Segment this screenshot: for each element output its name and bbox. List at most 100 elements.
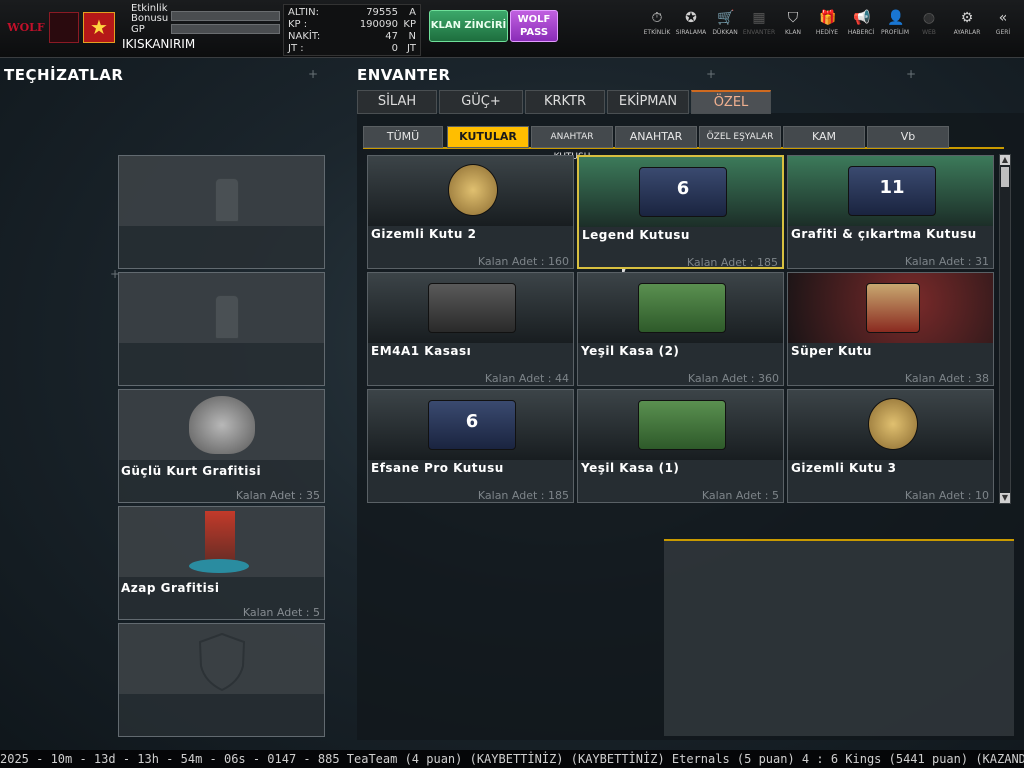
cash-unit: N [408, 31, 416, 42]
nav-gear[interactable]: ⚙ AYARLAR [950, 10, 984, 36]
item-art [448, 164, 498, 216]
tab-güç+[interactable]: GÜÇ+ [439, 90, 523, 114]
wolf-graffiti-icon [119, 390, 324, 460]
item-count: Kalan Adet : 5 [701, 489, 779, 502]
top-bar: WOLF ★ Etkinlik Bonusu GP IKISKANIRIM AL… [0, 0, 1024, 58]
clan-chain-button[interactable]: KLAN ZİNCİRİ [429, 10, 508, 42]
nav-megaphone[interactable]: 📢 HABERCİ [844, 10, 878, 36]
tab-si̇lah[interactable]: SİLAH [357, 90, 437, 114]
item-badge: 11 [879, 177, 905, 198]
plus-marker: + [308, 67, 319, 81]
scroll-up-icon[interactable]: ▲ [1000, 155, 1010, 165]
subtab-1[interactable]: KUTULAR [447, 126, 529, 148]
profile-icon: 👤 [887, 10, 905, 26]
kp-label: KP : [288, 19, 308, 30]
item-art [866, 283, 920, 333]
inventory-item-card[interactable]: 6 Legend Kutusu Kalan Adet : 185 [577, 155, 784, 269]
game-logo: WOLF [7, 21, 45, 34]
clan-shield-icon: ⛉ [787, 10, 799, 26]
subtab-4[interactable]: ÖZEL EŞYALAR [699, 126, 781, 148]
nav-inventory[interactable]: ▦ ENVANTER [742, 10, 776, 36]
clan-emblem [49, 12, 79, 43]
spray-can-icon [119, 156, 324, 226]
tab-eki̇pman[interactable]: EKİPMAN [607, 90, 689, 114]
item-name: Grafiti & çıkartma Kutusu [791, 227, 977, 241]
equipment-slot-name: Güçlü Kurt Grafitisi [121, 464, 262, 478]
plus-marker: + [906, 67, 917, 81]
nav-label: DÜKKAN [712, 29, 738, 36]
wolf-pass-button[interactable]: WOLF PASS [510, 10, 558, 42]
nav-clan-shield[interactable]: ⛉ KLAN [776, 10, 810, 36]
nav-label: WEB [922, 29, 936, 36]
stopwatch-icon: ⏱ [651, 10, 663, 26]
event-bonus-label: Etkinlik Bonusu [131, 3, 169, 24]
item-count: Kalan Adet : 44 [484, 372, 569, 385]
subtab-0[interactable]: TÜMÜ [363, 126, 443, 148]
item-art [428, 283, 516, 333]
nav-label: GERİ [995, 29, 1011, 36]
tab-özel[interactable]: ÖZEL [691, 90, 771, 114]
cart-icon: 🛒 [717, 10, 735, 26]
green-case-icon [578, 273, 783, 343]
event-bonus-bar [171, 11, 280, 21]
nav-globe[interactable]: ◍ WEB [912, 10, 946, 36]
nav-stopwatch[interactable]: ⏱ ETKİNLİK [640, 10, 674, 36]
item-detail-panel [664, 539, 1014, 736]
inventory-item-card[interactable]: Yeşil Kasa (2) Kalan Adet : 360 [577, 272, 784, 386]
spray-can-icon [119, 273, 324, 343]
inventory-item-card[interactable]: EM4A1 Kasası Kalan Adet : 44 [367, 272, 574, 386]
nav-gift[interactable]: 🎁 HEDİYE [810, 10, 844, 36]
mystery-box-icon [368, 156, 573, 226]
gold-value: 79555 [366, 7, 398, 18]
equipment-slot[interactable]: Güçlü Kurt Grafitisi Kalan Adet : 35 [118, 389, 325, 503]
item-name: Süper Kutu [791, 344, 872, 358]
item-art [868, 398, 918, 450]
equipment-slot-name: Azap Grafitisi [121, 581, 220, 595]
shield-icon [119, 624, 324, 694]
nav-label: HEDİYE [815, 29, 839, 36]
nav-profile[interactable]: 👤 PROFİLİM [878, 10, 912, 36]
scroll-down-icon[interactable]: ▼ [1000, 493, 1010, 503]
inventory-item-card[interactable]: Yeşil Kasa (1) Kalan Adet : 5 [577, 389, 784, 503]
item-art: 11 [848, 166, 936, 216]
scroll-thumb[interactable] [1001, 167, 1009, 187]
equipment-slot-count: Kalan Adet : 35 [235, 489, 320, 502]
gift-box-icon [788, 273, 993, 343]
nav-medal[interactable]: ✪ SIRALAMA [674, 10, 708, 36]
inventory-icon: ▦ [752, 10, 766, 26]
item-art [638, 400, 726, 450]
news-ticker: 2025 - 10m - 13d - 13h - 54m - 06s - 014… [0, 750, 1024, 768]
subtab-3[interactable]: ANAHTAR [615, 126, 697, 148]
equipment-slot[interactable] [118, 272, 325, 386]
inventory-item-card[interactable]: 11 Grafiti & çıkartma Kutusu Kalan Adet : … [787, 155, 994, 269]
jt-unit: JT [406, 43, 416, 54]
subtab-6[interactable]: Vb [867, 126, 949, 148]
legend-crate-icon: 6 [579, 157, 782, 227]
azap-graffiti-icon [119, 507, 324, 577]
back-chevrons-icon: « [998, 10, 1008, 26]
username: IKISKANIRIM [122, 37, 196, 51]
nav-label: SIRALAMA [675, 29, 707, 36]
em4a1-case-icon [368, 273, 573, 343]
tab-krktr[interactable]: KRKTR [525, 90, 605, 114]
nav-label: AYARLAR [953, 29, 981, 36]
subtab-5[interactable]: KAM [783, 126, 865, 148]
item-count: Kalan Adet : 10 [904, 489, 989, 502]
nav-back-chevrons[interactable]: « GERİ [986, 10, 1020, 36]
inventory-item-card[interactable]: Gizemli Kutu 2 Kalan Adet : 160 [367, 155, 574, 269]
equipment-slot[interactable] [118, 623, 325, 737]
inventory-item-card[interactable]: Gizemli Kutu 3 Kalan Adet : 10 [787, 389, 994, 503]
inventory-scrollbar[interactable]: ▲ ▼ [999, 154, 1011, 504]
equipment-slot[interactable]: Azap Grafitisi Kalan Adet : 5 [118, 506, 325, 620]
item-count: Kalan Adet : 38 [904, 372, 989, 385]
item-name: EM4A1 Kasası [371, 344, 472, 358]
equipment-slot[interactable] [118, 155, 325, 269]
inventory-item-card[interactable]: 6 Efsane Pro Kutusu Kalan Adet : 185 [367, 389, 574, 503]
nav-cart[interactable]: 🛒 DÜKKAN [708, 10, 742, 36]
item-name: Efsane Pro Kutusu [371, 461, 504, 475]
subtab-2[interactable]: ANAHTAR KUTUSU [531, 126, 613, 162]
inventory-title: ENVANTER [357, 66, 451, 84]
nav-label: PROFİLİM [880, 29, 910, 36]
kp-value: 190090 [359, 19, 398, 30]
inventory-item-card[interactable]: Süper Kutu Kalan Adet : 38 [787, 272, 994, 386]
